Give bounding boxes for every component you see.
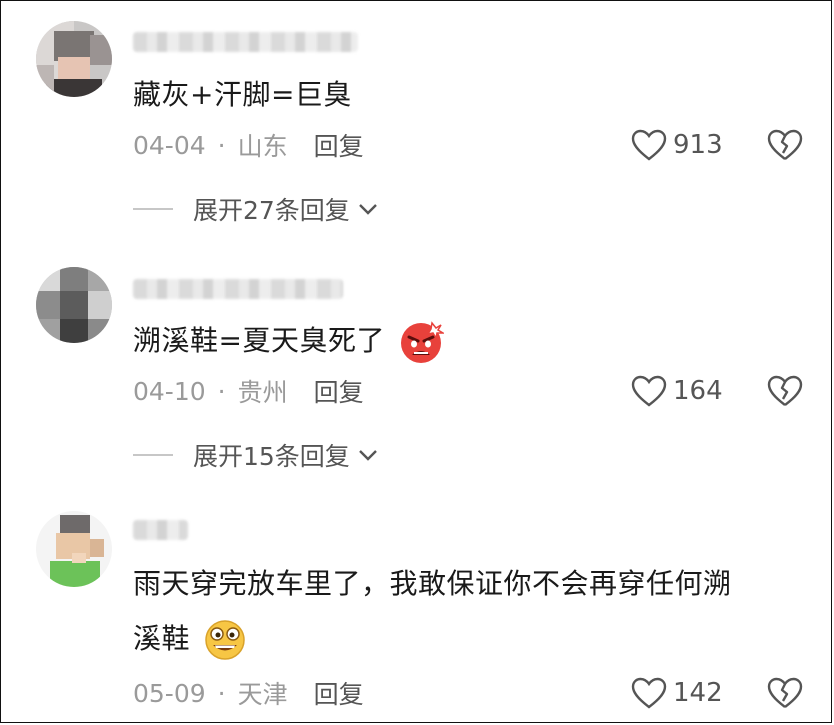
separator-dot: · xyxy=(217,678,226,708)
like-count: 164 xyxy=(673,376,723,406)
chevron-down-icon xyxy=(358,204,377,215)
reply-button[interactable]: 回复 xyxy=(314,675,364,711)
like-count: 913 xyxy=(673,130,723,160)
divider-line xyxy=(133,208,173,210)
comment-meta: 04-10 · 贵州 回复 xyxy=(133,371,364,411)
divider-line xyxy=(133,454,173,456)
comment-text: 溯溪鞋=夏天臭死了 xyxy=(133,317,445,365)
comment-list: 藏灰+汗脚=巨臭 04-04 · 山东 回复 913 展开27条回复 溯溪鞋=夏… xyxy=(0,0,832,723)
comment-text-content: 溪鞋 xyxy=(133,622,191,655)
like-button[interactable]: 142 xyxy=(631,673,723,713)
broken-heart-icon[interactable] xyxy=(767,127,803,163)
like-count: 142 xyxy=(673,678,723,708)
comment-location: 天津 xyxy=(237,680,288,709)
heart-icon xyxy=(631,375,667,407)
avatar[interactable] xyxy=(36,21,112,97)
grinning-face-emoji xyxy=(205,620,246,660)
avatar[interactable] xyxy=(36,511,112,587)
username-blurred[interactable] xyxy=(133,279,343,299)
comment-text: 雨天穿完放车里了，我敢保证你不会再穿任何溯 xyxy=(133,567,732,600)
expand-replies-button[interactable]: 展开15条回复 xyxy=(133,437,378,473)
expand-replies-button[interactable]: 展开27条回复 xyxy=(133,191,378,227)
expand-label: 展开27条回复 xyxy=(193,196,350,225)
comment-date: 04-10 xyxy=(133,376,206,406)
angry-face-emoji xyxy=(401,321,445,363)
reply-button[interactable]: 回复 xyxy=(314,127,364,163)
comment-text-continued: 溪鞋 xyxy=(133,615,247,663)
separator-dot: · xyxy=(217,130,226,160)
heart-icon xyxy=(631,129,667,161)
like-button[interactable]: 913 xyxy=(631,125,723,165)
separator-dot: · xyxy=(217,376,226,406)
username-blurred[interactable] xyxy=(133,32,358,52)
username-blurred[interactable] xyxy=(133,520,188,540)
comment-date: 04-04 xyxy=(133,130,206,160)
comment-date: 05-09 xyxy=(133,678,206,708)
comment-location: 贵州 xyxy=(237,378,288,407)
comment-meta: 05-09 · 天津 回复 xyxy=(133,673,364,713)
comment-location: 山东 xyxy=(237,132,288,161)
like-button[interactable]: 164 xyxy=(631,371,723,411)
reply-button[interactable]: 回复 xyxy=(314,373,364,409)
comment-text-content: 溯溪鞋=夏天臭死了 xyxy=(133,324,385,357)
broken-heart-icon[interactable] xyxy=(767,675,803,711)
comment-text: 藏灰+汗脚=巨臭 xyxy=(133,78,352,111)
comment-meta: 04-04 · 山东 回复 xyxy=(133,125,364,165)
chevron-down-icon xyxy=(358,450,377,461)
avatar[interactable] xyxy=(36,267,112,343)
heart-icon xyxy=(631,677,667,709)
broken-heart-icon[interactable] xyxy=(767,373,803,409)
expand-label: 展开15条回复 xyxy=(193,442,350,471)
